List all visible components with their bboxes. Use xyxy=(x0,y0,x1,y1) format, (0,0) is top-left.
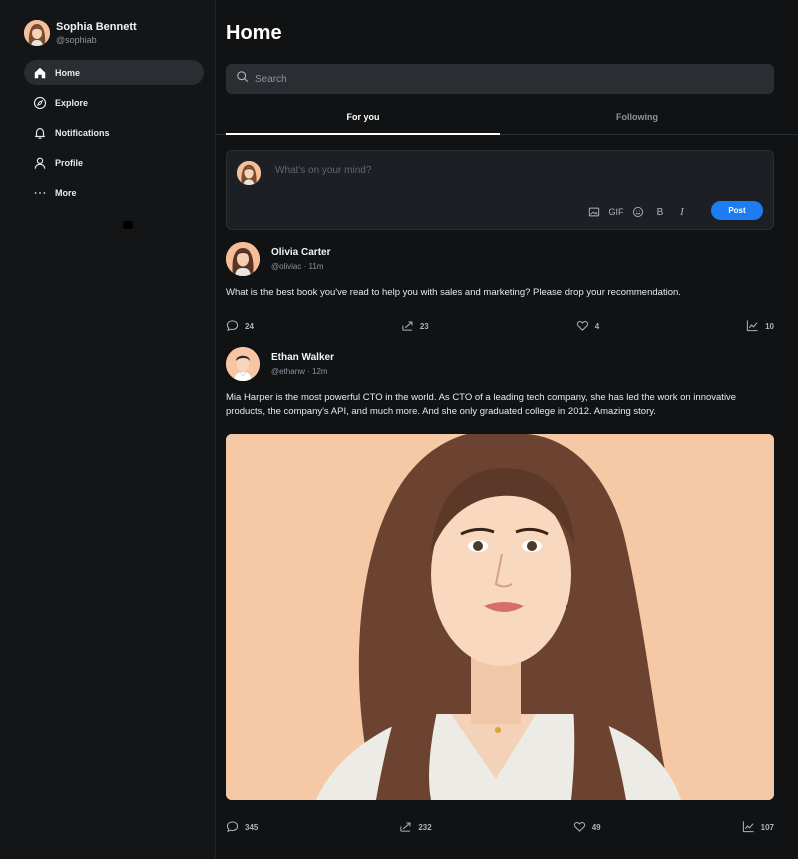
compass-icon xyxy=(33,96,47,110)
share-count: 23 xyxy=(419,321,429,331)
sidebar-item-notifications[interactable]: Notifications xyxy=(24,120,204,145)
comment-button[interactable]: 345 xyxy=(226,820,258,835)
bold-button[interactable]: B xyxy=(653,205,667,219)
sidebar-item-label: Notifications xyxy=(55,127,110,138)
gif-button[interactable]: GIF xyxy=(609,205,624,219)
post-composer: GIF B I Post xyxy=(226,150,774,230)
search-input[interactable] xyxy=(255,73,735,85)
views-count: 107 xyxy=(760,822,774,832)
tab-following[interactable]: Following xyxy=(500,104,774,134)
feed-post: Ethan Walker @ethanw · 12m Mia Harper is… xyxy=(226,347,774,835)
comment-button[interactable]: 24 xyxy=(226,319,254,334)
search-icon xyxy=(236,70,255,88)
image-icon[interactable] xyxy=(587,205,601,219)
composer-toolbar: GIF B I xyxy=(579,205,689,219)
sidebar: Sophia Bennett @sophiab Home Explore Not… xyxy=(0,0,216,859)
like-count: 4 xyxy=(594,321,600,331)
user-icon xyxy=(33,156,47,170)
comment-icon xyxy=(226,319,245,334)
heart-icon xyxy=(576,319,595,334)
comment-icon xyxy=(226,820,245,835)
avatar xyxy=(237,161,261,185)
sidebar-item-label: More xyxy=(55,187,77,198)
tab-for-you[interactable]: For you xyxy=(226,104,500,135)
views-button[interactable]: 10 xyxy=(746,319,774,334)
emoji-icon[interactable] xyxy=(631,205,645,219)
post-actions: 345 232 49 107 xyxy=(226,819,774,835)
share-button[interactable]: 23 xyxy=(401,319,429,334)
avatar[interactable] xyxy=(226,347,260,381)
feed-tabs: For you Following xyxy=(216,104,798,135)
post-author-name[interactable]: Olivia Carter xyxy=(271,246,330,259)
search-bar[interactable] xyxy=(226,64,774,94)
sidebar-item-label: Home xyxy=(55,67,81,78)
like-button[interactable]: 4 xyxy=(576,319,599,334)
cursor-mark xyxy=(123,221,133,229)
composer-input[interactable] xyxy=(275,165,715,176)
more-icon xyxy=(33,186,47,200)
sidebar-item-home[interactable]: Home xyxy=(24,60,204,85)
sidebar-nav: Home Explore Notifications Profile More xyxy=(24,60,204,210)
like-count: 49 xyxy=(591,822,601,832)
post-handle-time: @oliviac · 11m xyxy=(271,261,324,271)
italic-button[interactable]: I xyxy=(675,205,689,219)
like-button[interactable]: 49 xyxy=(573,820,601,835)
views-button[interactable]: 107 xyxy=(742,820,774,835)
sidebar-item-more[interactable]: More xyxy=(24,180,204,205)
sidebar-item-label: Explore xyxy=(55,97,89,108)
post-actions: 24 23 4 10 xyxy=(226,318,774,334)
share-icon xyxy=(401,319,420,334)
share-icon xyxy=(399,820,418,835)
post-text: What is the best book you've read to hel… xyxy=(226,287,681,298)
user-name: Sophia Bennett xyxy=(56,21,137,33)
page-title: Home xyxy=(226,22,282,44)
post-button[interactable]: Post xyxy=(711,201,763,220)
feed-post: Olivia Carter @oliviac · 11m What is the… xyxy=(226,242,774,334)
sidebar-item-profile[interactable]: Profile xyxy=(24,150,204,175)
sidebar-item-explore[interactable]: Explore xyxy=(24,90,204,115)
home-icon xyxy=(33,66,47,80)
post-image[interactable] xyxy=(226,434,774,800)
views-count: 10 xyxy=(765,321,774,331)
chart-icon xyxy=(746,319,765,334)
comment-count: 24 xyxy=(245,321,254,331)
post-handle-time: @ethanw · 12m xyxy=(271,366,328,376)
post-text: Mia Harper is the most powerful CTO in t… xyxy=(226,392,737,417)
current-user-profile[interactable]: Sophia Bennett @sophiab xyxy=(24,20,137,46)
post-author-name[interactable]: Ethan Walker xyxy=(271,351,334,364)
share-button[interactable]: 232 xyxy=(399,820,432,835)
avatar xyxy=(24,20,50,46)
share-count: 232 xyxy=(418,822,432,832)
sidebar-item-label: Profile xyxy=(55,157,84,168)
comment-count: 345 xyxy=(245,822,259,832)
user-handle: @sophiab xyxy=(56,35,97,45)
bell-icon xyxy=(33,126,47,140)
avatar[interactable] xyxy=(226,242,260,276)
heart-icon xyxy=(573,820,592,835)
main-feed: Home For you Following GIF xyxy=(216,0,798,859)
chart-icon xyxy=(742,820,761,835)
